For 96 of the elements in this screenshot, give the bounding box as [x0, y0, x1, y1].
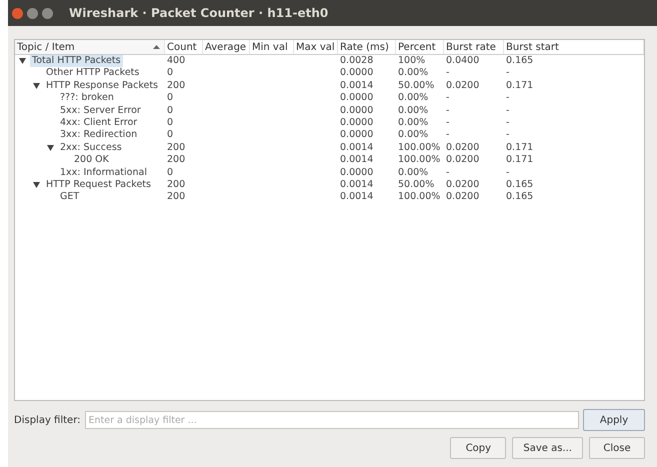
table-cell: -	[506, 129, 510, 140]
tree-item[interactable]: HTTP Request Packets	[44, 178, 153, 192]
column-header[interactable]: Burst start	[504, 40, 644, 54]
table-cell: 0.0200	[446, 142, 480, 153]
apply-button[interactable]: Apply	[583, 409, 645, 431]
tree-item[interactable]: 3xx: Redirection	[58, 129, 140, 142]
table-cell: 0.0200	[446, 191, 480, 202]
table-cell: 0.0200	[446, 154, 480, 166]
table-cell: 0.0000	[340, 129, 374, 140]
table-cell: -	[446, 67, 450, 78]
table-cell: 0.0028	[340, 55, 374, 66]
tree-item[interactable]: 5xx: Server Error	[58, 104, 143, 117]
tree-item[interactable]: Total HTTP Packets	[30, 55, 123, 68]
table-cell: 0.0000	[340, 92, 374, 104]
expander-icon[interactable]	[33, 82, 40, 89]
table-cell: 0	[167, 129, 174, 140]
table-cell: 50.00%	[398, 178, 434, 190]
close-icon[interactable]	[12, 8, 23, 18]
table-cell: 0.0200	[446, 178, 480, 190]
table-cell: 0.00%	[398, 104, 428, 116]
table-cell: 0.00%	[398, 129, 428, 140]
tree-item[interactable]: 2xx: Success	[58, 142, 124, 154]
table-cell: 200	[167, 154, 186, 166]
tree-item[interactable]: GET	[58, 191, 82, 204]
table-cell: 0	[167, 92, 174, 104]
expander-icon[interactable]	[47, 144, 54, 151]
table-cell: 0.0014	[340, 154, 374, 166]
table-cell: 0.0000	[340, 67, 374, 78]
sort-icon	[153, 45, 160, 49]
table-cell: 0.00%	[398, 92, 428, 104]
table-cell: -	[506, 166, 510, 178]
column-header[interactable]: Topic / Item	[15, 40, 165, 54]
expander-icon[interactable]	[33, 182, 40, 188]
table-cell: -	[506, 92, 510, 104]
table-cell: 400	[167, 55, 186, 66]
tree-item[interactable]: 1xx: Informational	[58, 166, 149, 179]
table-cell: -	[446, 104, 450, 116]
table-cell: -	[506, 104, 510, 116]
table-cell: -	[446, 129, 450, 140]
table-cell: 0.165	[506, 178, 534, 190]
column-header[interactable]: Min val	[250, 40, 294, 54]
dialog-button[interactable]: Save as...	[512, 437, 583, 459]
table-cell: 0.00%	[398, 67, 428, 78]
column-header[interactable]: Count	[165, 40, 203, 54]
table-cell: 200	[167, 142, 186, 153]
table-cell: 0	[167, 116, 174, 128]
table-cell: 0.171	[506, 142, 534, 153]
tree-item[interactable]: 4xx: Client Error	[58, 116, 140, 130]
column-header[interactable]: Burst rate	[444, 40, 504, 54]
tree-item[interactable]: ???: broken	[58, 92, 116, 105]
minimize-icon[interactable]	[27, 8, 38, 18]
table-cell: -	[446, 166, 450, 178]
display-filter-field[interactable]: Enter a display filter ...	[84, 411, 579, 429]
table-cell: 100.00%	[398, 142, 440, 153]
table-cell: 0.0400	[446, 55, 480, 66]
table-cell: 0.0000	[340, 116, 374, 128]
table-cell: 0.00%	[398, 166, 428, 178]
tree-item[interactable]: 200 OK	[72, 154, 111, 167]
window-title: Wireshark · Packet Counter · h11-eth0	[69, 6, 328, 20]
table-cell: 50.00%	[398, 80, 434, 91]
table-cell: -	[506, 67, 510, 78]
dialog-button[interactable]: Close	[589, 437, 645, 459]
table-cell: 0.171	[506, 80, 534, 91]
table-cell: 0.0014	[340, 191, 374, 202]
table-cell: -	[506, 116, 510, 128]
table-cell: 0.0200	[446, 80, 480, 91]
maximize-icon[interactable]	[42, 8, 53, 18]
table-cell: 0	[167, 104, 174, 116]
table-cell: 100.00%	[398, 191, 440, 202]
table-cell: -	[446, 92, 450, 104]
table-cell: 200	[167, 191, 186, 202]
table-cell: 0.0014	[340, 80, 374, 91]
table-cell: 0.0000	[340, 166, 374, 178]
table-cell: 0.171	[506, 154, 534, 166]
table-cell: 0.00%	[398, 116, 428, 128]
column-header[interactable]: Rate (ms)	[338, 40, 396, 54]
table-cell: -	[446, 116, 450, 128]
table-cell: 0	[167, 166, 174, 178]
table-cell: 0.0014	[340, 142, 374, 153]
column-header[interactable]: Percent	[396, 40, 444, 54]
table-cell: 0.165	[506, 55, 534, 66]
tree-item[interactable]: HTTP Response Packets	[44, 80, 160, 92]
table-cell: 100%	[398, 55, 426, 66]
column-header[interactable]: Average	[203, 40, 250, 54]
filter-label: Display filter:	[14, 414, 80, 426]
tree-item[interactable]: Other HTTP Packets	[44, 67, 142, 80]
table-cell: 0	[167, 67, 174, 78]
table-cell: 200	[167, 178, 186, 190]
table-cell: 200	[167, 80, 186, 91]
expander-icon[interactable]	[19, 58, 26, 64]
column-header[interactable]: Max val	[294, 40, 338, 54]
table-cell: 0.0014	[340, 178, 374, 190]
table-cell: 0.0000	[340, 104, 374, 116]
table-cell: 100.00%	[398, 154, 440, 166]
dialog-button[interactable]: Copy	[450, 437, 506, 459]
table-cell: 0.165	[506, 191, 534, 202]
